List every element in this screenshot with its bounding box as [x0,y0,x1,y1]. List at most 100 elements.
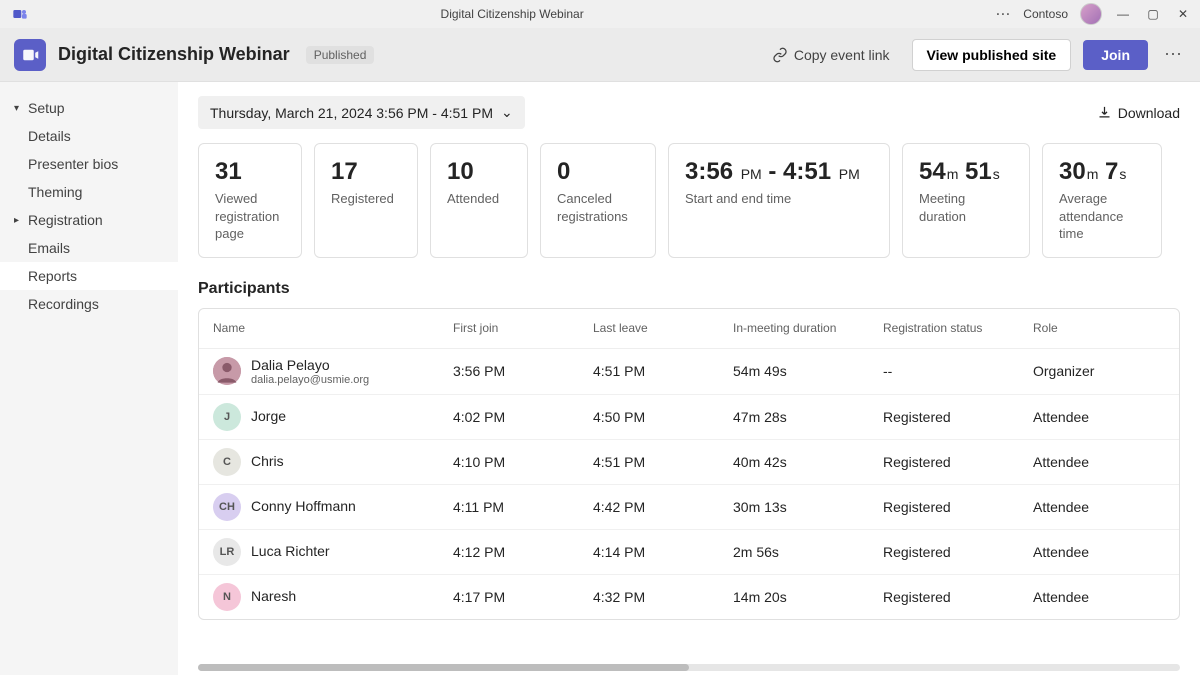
card-meeting-duration: 54m 51sMeeting duration [902,143,1030,258]
date-range-picker[interactable]: Thursday, March 21, 2024 3:56 PM - 4:51 … [198,96,525,129]
teams-app-icon [12,6,28,22]
cell-duration: 54m 49s [733,363,883,379]
status-badge: Published [306,46,375,64]
card-viewed: 31 Viewed registration page [198,143,302,258]
cell-reg-status: Registered [883,499,1033,515]
table-row[interactable]: LR Luca Richter 4:12 PM4:14 PM2m 56sRegist… [199,529,1179,574]
download-button[interactable]: Download [1097,105,1180,121]
card-registered: 17Registered [314,143,418,258]
card-viewed-label: Viewed registration page [215,190,285,243]
cell-last-leave: 4:50 PM [593,409,733,425]
participant-cell: JJorge [213,403,453,431]
maximize-button[interactable]: ▢ [1144,7,1162,21]
col-first-join[interactable]: First join [453,321,593,335]
table-header: Name First join Last leave In-meeting du… [199,309,1179,349]
sidebar-item-reports[interactable]: Reports [0,262,178,290]
caret-down-icon: ▾ [14,103,24,114]
card-avg-attendance: 30m 7s Average attendance time [1042,143,1162,258]
cell-reg-status: Registered [883,544,1033,560]
sidebar-section-registration[interactable]: ▸ Registration [0,206,178,234]
copy-event-link-button[interactable]: Copy event link [762,41,900,69]
titlebar-more-icon[interactable]: ··· [996,7,1011,21]
card-viewed-value: 31 [215,158,285,186]
sidebar-item-theming[interactable]: Theming [0,178,178,206]
window-titlebar: Digital Citizenship Webinar ··· Contoso … [0,0,1200,28]
cell-first-join: 4:10 PM [453,454,593,470]
minimize-button[interactable]: — [1114,7,1132,21]
card-avg-label: Average attendance time [1059,190,1145,243]
card-start-end: 3:56 PM - 4:51 PM Start and end time [668,143,890,258]
caret-right-icon: ▸ [14,215,24,226]
view-published-site-button[interactable]: View published site [912,39,1072,71]
sidebar-registration-label: Registration [28,212,103,228]
participant-avatar: J [213,403,241,431]
cell-role: Attendee [1033,499,1173,515]
card-attended-label: Attended [447,190,511,208]
download-label: Download [1118,105,1180,121]
table-row[interactable]: CChris4:10 PM4:51 PM40m 42sRegisteredAtt… [199,439,1179,484]
table-row[interactable]: CHConny Hoffmann4:11 PM4:42 PM30m 13sReg… [199,484,1179,529]
card-attended-value: 10 [447,158,511,186]
event-type-icon [14,39,46,71]
card-attended: 10 Attended [430,143,528,258]
scrollbar-thumb[interactable] [198,664,689,671]
cell-last-leave: 4:51 PM [593,363,733,379]
sidebar: ▾ Setup Details Presenter bios Theming ▸ R… [0,82,178,675]
close-button[interactable]: ✕ [1174,7,1192,21]
card-canceled-value: 0 [557,158,639,186]
cell-last-leave: 4:14 PM [593,544,733,560]
user-avatar[interactable] [1080,3,1102,25]
main-content: Thursday, March 21, 2024 3:56 PM - 4:51 … [178,82,1200,675]
cell-first-join: 4:02 PM [453,409,593,425]
col-role[interactable]: Role [1033,321,1173,335]
stats-cards: 31Viewed registration page 17Registered … [198,143,1180,258]
participant-name: Luca Richter [251,543,330,560]
cell-duration: 2m 56s [733,544,883,560]
sidebar-item-emails[interactable]: Emails [0,234,178,262]
cell-duration: 47m 28s [733,409,883,425]
event-title: Digital Citizenship Webinar [58,44,290,65]
participant-avatar: LR [213,538,241,566]
cell-first-join: 4:17 PM [453,589,593,605]
participant-avatar [213,357,241,385]
cell-last-leave: 4:51 PM [593,454,733,470]
horizontal-scrollbar[interactable] [198,664,1180,671]
col-name[interactable]: Name [213,321,453,335]
header-more-icon[interactable]: ⋯ [1160,44,1186,65]
participant-cell: Dalia Pelayodalia.pelayo@usmie.org [213,357,453,386]
card-avg-value: 30m 7s [1059,158,1145,186]
col-last-leave[interactable]: Last leave [593,321,733,335]
cell-first-join: 4:12 PM [453,544,593,560]
table-row[interactable]: JJorge4:02 PM4:50 PM47m 28sRegisteredAtt… [199,394,1179,439]
table-row[interactable]: NNaresh4:17 PM4:32 PM14m 20sRegisteredAt… [199,574,1179,619]
col-reg-status[interactable]: Registration status [883,321,1033,335]
sidebar-item-details[interactable]: Details [0,122,178,150]
copy-event-link-label: Copy event link [794,47,890,63]
cell-role: Organizer [1033,363,1173,379]
card-duration-label: Meeting duration [919,190,1013,225]
org-name: Contoso [1023,7,1068,21]
sidebar-item-presenter-bios[interactable]: Presenter bios [0,150,178,178]
card-start-end-value: 3:56 PM - 4:51 PM [685,158,873,186]
participants-table: Name First join Last leave In-meeting du… [198,308,1180,620]
cell-reg-status: -- [883,363,1033,379]
event-header: Digital Citizenship Webinar Published Co… [0,28,1200,82]
cell-reg-status: Registered [883,454,1033,470]
cell-duration: 40m 42s [733,454,883,470]
participant-cell: LR Luca Richter [213,538,453,566]
join-button[interactable]: Join [1083,40,1148,70]
participant-name: Naresh [251,588,296,605]
card-start-end-label: Start and end time [685,190,873,208]
cell-role: Attendee [1033,409,1173,425]
cell-duration: 30m 13s [733,499,883,515]
link-icon [772,47,788,63]
participant-name: Conny Hoffmann [251,498,356,515]
participant-avatar: N [213,583,241,611]
col-in-meeting[interactable]: In-meeting duration [733,321,883,335]
participants-title: Participants [198,280,1180,298]
cell-reg-status: Registered [883,589,1033,605]
sidebar-item-recordings[interactable]: Recordings [0,290,178,318]
sidebar-setup-label: Setup [28,100,65,116]
sidebar-section-setup[interactable]: ▾ Setup [0,94,178,122]
table-row[interactable]: Dalia Pelayodalia.pelayo@usmie.org3:56 P… [199,349,1179,394]
